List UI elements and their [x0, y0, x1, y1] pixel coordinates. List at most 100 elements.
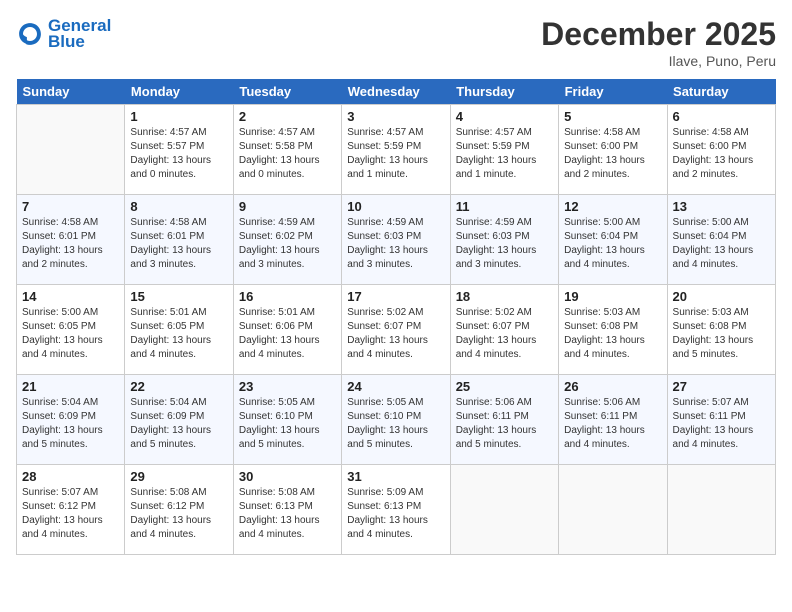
weekday-header-sunday: Sunday — [17, 79, 125, 105]
day-number: 12 — [564, 199, 661, 214]
calendar-cell: 31Sunrise: 5:09 AMSunset: 6:13 PMDayligh… — [342, 465, 450, 555]
day-number: 14 — [22, 289, 119, 304]
day-number: 22 — [130, 379, 227, 394]
day-number: 8 — [130, 199, 227, 214]
day-info: Sunrise: 4:59 AMSunset: 6:03 PMDaylight:… — [347, 216, 444, 272]
logo: General Blue — [16, 16, 111, 52]
day-number: 29 — [130, 469, 227, 484]
day-number: 25 — [456, 379, 553, 394]
calendar-table: SundayMondayTuesdayWednesdayThursdayFrid… — [16, 79, 776, 555]
week-row-3: 14 Sunrise: 5:00 AMSunset: 6:05 PMDayligh… — [17, 285, 776, 375]
day-number: 26 — [564, 379, 661, 394]
month-title: December 2025 — [541, 16, 776, 53]
weekday-header-row: SundayMondayTuesdayWednesdayThursdayFrid… — [17, 79, 776, 105]
day-number: 7 — [22, 199, 119, 214]
day-info: Sunrise: 5:04 AMSunset: 6:09 PMDaylight:… — [22, 396, 119, 452]
weekday-header-wednesday: Wednesday — [342, 79, 450, 105]
day-info: Sunrise: 5:05 AMSunset: 6:10 PMDaylight:… — [239, 396, 336, 452]
calendar-cell — [667, 465, 775, 555]
day-info: Sunrise: 5:07 AMSunset: 6:12 PMDaylight:… — [22, 486, 119, 542]
day-info: Sunrise: 4:58 AMSunset: 6:01 PMDaylight:… — [22, 216, 119, 272]
day-info: Sunrise: 5:08 AMSunset: 6:13 PMDaylight:… — [239, 486, 336, 542]
week-row-5: 28 Sunrise: 5:07 AMSunset: 6:12 PMDayligh… — [17, 465, 776, 555]
logo-icon — [16, 20, 44, 48]
week-row-1: 1 Sunrise: 4:57 AMSunset: 5:57 PMDaylight… — [17, 105, 776, 195]
calendar-cell — [17, 105, 125, 195]
day-info: Sunrise: 4:58 AMSunset: 6:00 PMDaylight:… — [673, 126, 770, 182]
calendar-cell: 14 Sunrise: 5:00 AMSunset: 6:05 PMDayligh… — [17, 285, 125, 375]
day-number: 28 — [22, 469, 119, 484]
calendar-cell: 23Sunrise: 5:05 AMSunset: 6:10 PMDayligh… — [233, 375, 341, 465]
day-info: Sunrise: 5:00 AMSunset: 6:05 PMDaylight:… — [22, 306, 119, 362]
weekday-header-thursday: Thursday — [450, 79, 558, 105]
calendar-cell: 8 Sunrise: 4:58 AMSunset: 6:01 PMDaylight… — [125, 195, 233, 285]
calendar-cell: 3 Sunrise: 4:57 AMSunset: 5:59 PMDaylight… — [342, 105, 450, 195]
calendar-cell: 22 Sunrise: 5:04 AMSunset: 6:09 PMDayligh… — [125, 375, 233, 465]
day-number: 2 — [239, 109, 336, 124]
calendar-cell: 9 Sunrise: 4:59 AMSunset: 6:02 PMDaylight… — [233, 195, 341, 285]
day-number: 18 — [456, 289, 553, 304]
calendar-cell: 11Sunrise: 4:59 AMSunset: 6:03 PMDayligh… — [450, 195, 558, 285]
week-row-4: 21Sunrise: 5:04 AMSunset: 6:09 PMDayligh… — [17, 375, 776, 465]
day-number: 9 — [239, 199, 336, 214]
day-info: Sunrise: 5:00 AMSunset: 6:04 PMDaylight:… — [673, 216, 770, 272]
calendar-cell: 19 Sunrise: 5:03 AMSunset: 6:08 PMDayligh… — [559, 285, 667, 375]
day-number: 4 — [456, 109, 553, 124]
day-info: Sunrise: 5:05 AMSunset: 6:10 PMDaylight:… — [347, 396, 444, 452]
day-info: Sunrise: 5:03 AMSunset: 6:08 PMDaylight:… — [564, 306, 661, 362]
calendar-cell: 20Sunrise: 5:03 AMSunset: 6:08 PMDayligh… — [667, 285, 775, 375]
weekday-header-monday: Monday — [125, 79, 233, 105]
calendar-cell: 24 Sunrise: 5:05 AMSunset: 6:10 PMDayligh… — [342, 375, 450, 465]
day-info: Sunrise: 5:00 AMSunset: 6:04 PMDaylight:… — [564, 216, 661, 272]
calendar-cell: 10Sunrise: 4:59 AMSunset: 6:03 PMDayligh… — [342, 195, 450, 285]
calendar-cell: 13Sunrise: 5:00 AMSunset: 6:04 PMDayligh… — [667, 195, 775, 285]
day-number: 30 — [239, 469, 336, 484]
day-info: Sunrise: 5:08 AMSunset: 6:12 PMDaylight:… — [130, 486, 227, 542]
calendar-cell: 18 Sunrise: 5:02 AMSunset: 6:07 PMDayligh… — [450, 285, 558, 375]
calendar-cell: 29 Sunrise: 5:08 AMSunset: 6:12 PMDayligh… — [125, 465, 233, 555]
day-info: Sunrise: 4:59 AMSunset: 6:03 PMDaylight:… — [456, 216, 553, 272]
calendar-cell — [450, 465, 558, 555]
calendar-cell: 21Sunrise: 5:04 AMSunset: 6:09 PMDayligh… — [17, 375, 125, 465]
calendar-cell: 2 Sunrise: 4:57 AMSunset: 5:58 PMDaylight… — [233, 105, 341, 195]
calendar-cell: 30 Sunrise: 5:08 AMSunset: 6:13 PMDayligh… — [233, 465, 341, 555]
day-number: 15 — [130, 289, 227, 304]
calendar-cell: 12 Sunrise: 5:00 AMSunset: 6:04 PMDayligh… — [559, 195, 667, 285]
calendar-cell: 1 Sunrise: 4:57 AMSunset: 5:57 PMDaylight… — [125, 105, 233, 195]
day-number: 27 — [673, 379, 770, 394]
calendar-cell: 25 Sunrise: 5:06 AMSunset: 6:11 PMDayligh… — [450, 375, 558, 465]
day-info: Sunrise: 5:07 AMSunset: 6:11 PMDaylight:… — [673, 396, 770, 452]
day-info: Sunrise: 4:58 AMSunset: 6:00 PMDaylight:… — [564, 126, 661, 182]
day-info: Sunrise: 4:57 AMSunset: 5:58 PMDaylight:… — [239, 126, 336, 182]
day-info: Sunrise: 5:02 AMSunset: 6:07 PMDaylight:… — [456, 306, 553, 362]
day-info: Sunrise: 5:06 AMSunset: 6:11 PMDaylight:… — [456, 396, 553, 452]
weekday-header-tuesday: Tuesday — [233, 79, 341, 105]
day-number: 3 — [347, 109, 444, 124]
day-info: Sunrise: 5:09 AMSunset: 6:13 PMDaylight:… — [347, 486, 444, 542]
calendar-cell: 15Sunrise: 5:01 AMSunset: 6:05 PMDayligh… — [125, 285, 233, 375]
day-info: Sunrise: 5:02 AMSunset: 6:07 PMDaylight:… — [347, 306, 444, 362]
week-row-2: 7 Sunrise: 4:58 AMSunset: 6:01 PMDaylight… — [17, 195, 776, 285]
page-header: General Blue December 2025 Ilave, Puno, … — [16, 16, 776, 69]
day-number: 20 — [673, 289, 770, 304]
title-block: December 2025 Ilave, Puno, Peru — [541, 16, 776, 69]
weekday-header-friday: Friday — [559, 79, 667, 105]
calendar-cell: 16 Sunrise: 5:01 AMSunset: 6:06 PMDayligh… — [233, 285, 341, 375]
day-number: 1 — [130, 109, 227, 124]
day-number: 24 — [347, 379, 444, 394]
day-info: Sunrise: 4:57 AMSunset: 5:57 PMDaylight:… — [130, 126, 227, 182]
day-info: Sunrise: 5:04 AMSunset: 6:09 PMDaylight:… — [130, 396, 227, 452]
day-info: Sunrise: 4:57 AMSunset: 5:59 PMDaylight:… — [347, 126, 444, 182]
calendar-cell: 6Sunrise: 4:58 AMSunset: 6:00 PMDaylight… — [667, 105, 775, 195]
calendar-cell: 7 Sunrise: 4:58 AMSunset: 6:01 PMDaylight… — [17, 195, 125, 285]
day-number: 19 — [564, 289, 661, 304]
calendar-cell: 26Sunrise: 5:06 AMSunset: 6:11 PMDayligh… — [559, 375, 667, 465]
day-number: 17 — [347, 289, 444, 304]
day-number: 16 — [239, 289, 336, 304]
calendar-cell — [559, 465, 667, 555]
day-info: Sunrise: 4:59 AMSunset: 6:02 PMDaylight:… — [239, 216, 336, 272]
day-info: Sunrise: 5:01 AMSunset: 6:06 PMDaylight:… — [239, 306, 336, 362]
calendar-cell: 17 Sunrise: 5:02 AMSunset: 6:07 PMDayligh… — [342, 285, 450, 375]
day-info: Sunrise: 4:58 AMSunset: 6:01 PMDaylight:… — [130, 216, 227, 272]
calendar-cell: 4Sunrise: 4:57 AMSunset: 5:59 PMDaylight… — [450, 105, 558, 195]
